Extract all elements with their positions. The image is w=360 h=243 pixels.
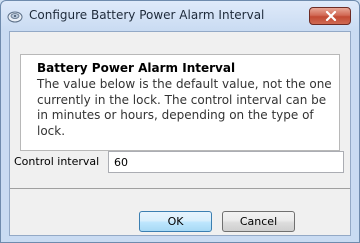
dialog-client-area: Battery Power Alarm Interval The value b… [9,31,351,236]
info-heading: Battery Power Alarm Interval [37,61,236,75]
dialog-window: Configure Battery Power Alarm Interval B… [0,0,360,243]
close-button[interactable] [309,7,351,25]
cancel-button[interactable]: Cancel [222,211,295,232]
control-interval-label: Control interval [14,155,100,168]
title-bar[interactable]: Configure Battery Power Alarm Interval [1,1,359,31]
info-description: The value below is the default value, no… [37,77,332,138]
close-x-icon [325,11,337,21]
window-title: Configure Battery Power Alarm Interval [29,8,265,22]
divider [10,188,350,189]
control-interval-input[interactable] [108,151,344,173]
device-icon [7,8,23,24]
info-panel: Battery Power Alarm Interval The value b… [20,54,340,151]
ok-button[interactable]: OK [139,211,212,232]
